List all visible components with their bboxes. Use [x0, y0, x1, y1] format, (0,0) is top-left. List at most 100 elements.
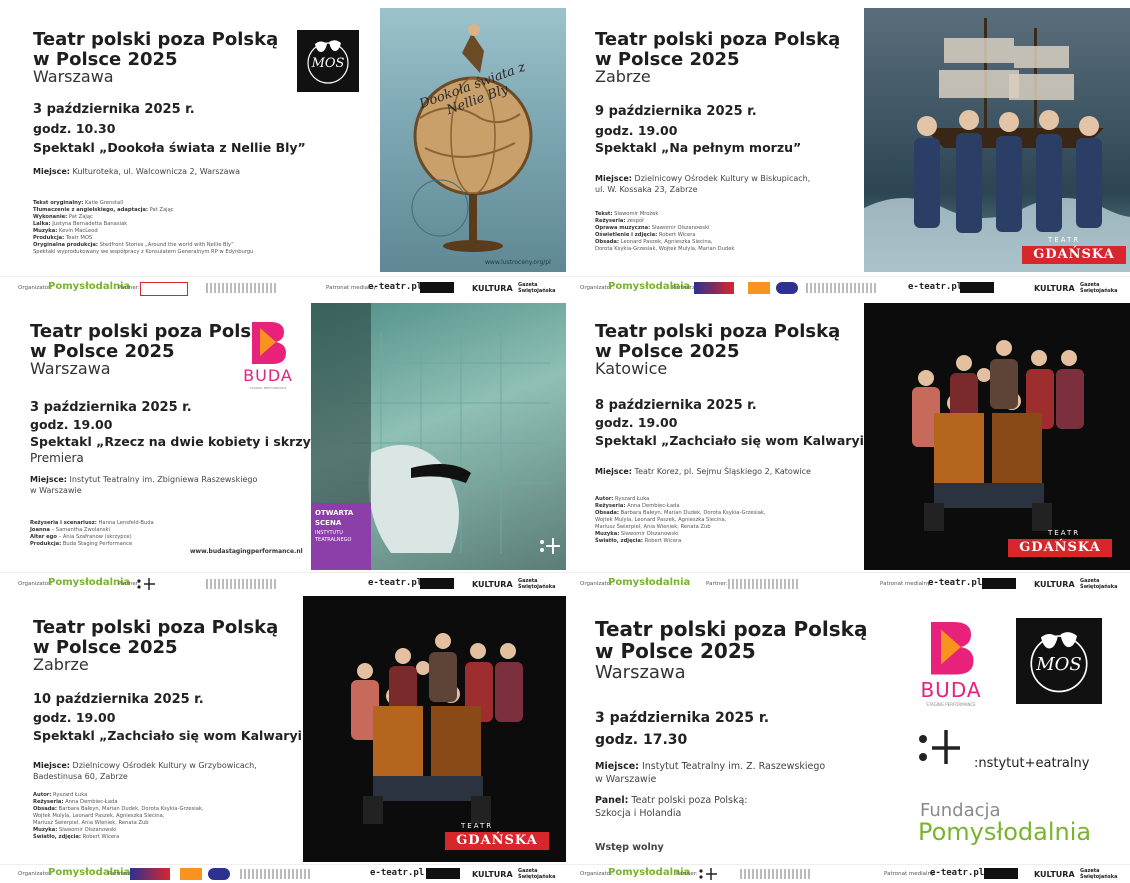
media-label: Patronat medialny: — [884, 871, 936, 877]
teatr-label: TEATR — [461, 822, 494, 830]
date: 9 października 2025 r. — [595, 104, 757, 119]
time: godz. 19.00 — [30, 417, 113, 432]
credit-label: Lalka: — [33, 221, 51, 227]
credit-text: Kevin MacLeod — [57, 228, 98, 234]
teatralny-logo — [420, 282, 454, 293]
city: Katowice — [595, 359, 668, 378]
credit-line: Dorota Ksykia-Grzesiak, Wojtek Mulyla, M… — [595, 246, 734, 253]
credit-label: Oświetlenie i zdjęcia: — [595, 232, 658, 238]
credit-line: Obsada: Barbara Bałeyn, Marian Dudek, Do… — [595, 510, 766, 517]
pomyslodalnia-text: Pomysłodalnia — [918, 818, 1092, 846]
instytut-mark-icon — [540, 538, 560, 554]
buda-url[interactable]: www.budastagingperformance.nl — [190, 548, 303, 555]
credit-label: Reżyseria: — [595, 218, 626, 224]
cast-photo-illustration-icon — [912, 340, 1084, 531]
credit-text: Hanna Lensfeld-Buda — [96, 520, 154, 526]
credit-line: Wykonanie: Pat Zając — [33, 214, 253, 221]
credit-text: Pat Zając — [67, 214, 93, 220]
credit-label: Alter ego — [30, 534, 57, 540]
series-line-2: w Polsce 2025 — [595, 639, 756, 663]
venue: Miejsce: Teatr Korez, pl. Sejmu Śląskieg… — [595, 466, 811, 477]
instytut-mark-icon — [137, 578, 155, 590]
buda-mark-icon — [252, 322, 286, 364]
otwarta-line-2: SCENA — [315, 519, 342, 527]
venue-line-2: ul. W. Kossaka 23, Zabrze — [595, 185, 698, 194]
gazeta-logo: Gazeta Świętojańska — [1080, 578, 1118, 590]
venue-line-2: w Warszawie — [30, 486, 82, 495]
partner-logo-2 — [748, 282, 770, 294]
free-entry: Wstęp wolny — [595, 842, 664, 853]
photo-cast-group: TEATR GDAŃSKA — [864, 303, 1130, 570]
venue: Miejsce: Kulturoteka, ul. Walcownicza 2,… — [33, 166, 240, 177]
credit-line: Produkcja: Buda Staging Performance — [30, 541, 154, 548]
panel-zachcialo-katowice: Teatr polski poza Polską w Polsce 2025 K… — [566, 300, 1130, 570]
mos-logo: MOS — [1016, 618, 1102, 704]
series-title: Teatr polski poza Polską w Polsce 2025 — [595, 322, 840, 362]
credit-line: Muzyka: Sławomir Olszanowski — [595, 531, 766, 538]
show-title: Spektakl „Dookoła świata z Nellie Bly” — [33, 140, 306, 155]
series-title: Teatr polski poza Polską w Polsce 2025 — [33, 618, 278, 658]
gdanska-logo: GDAŃSKA — [1022, 246, 1126, 264]
gdanska-logo: GDAŃSKA — [1008, 539, 1112, 557]
credit-label: Światło, zdjęcia: — [33, 834, 82, 840]
credit-text: Sławomir Olszanowski — [57, 827, 117, 833]
eteatr-logo: e-teatr.pl — [368, 282, 423, 292]
credit-line: Wojtek Mulyla, Leonard Paszek, Agnieszka… — [595, 517, 766, 524]
series-title: Teatr polski poza Polską w Polsce 2025 — [30, 322, 275, 362]
buda-logo: BUDA STAGING PERFORMANCE — [916, 618, 986, 708]
credit-label: Produkcja: — [30, 541, 62, 547]
credit-text: Sławomir Olszanowski — [650, 225, 710, 231]
credit-line: Lalka: Justyna Bernadetta Banasiak — [33, 221, 253, 228]
pomyslodalnia-text: Pomysłodalnia — [608, 577, 691, 588]
credit-text: Justyna Bernadetta Banasiak — [50, 221, 128, 227]
teatr-label: TEATR — [1048, 236, 1081, 244]
otwarta-scena-logo: OTWARTA SCENA INSTYTUTU TEATRALNEGO — [311, 503, 371, 570]
credit-text: Mariusz Świerpiel, Ania Wieniek, Renata … — [595, 524, 711, 530]
panel-line-1: Teatr polski poza Polską: — [628, 795, 748, 806]
series-line-1: Teatr polski poza Polską — [595, 617, 868, 641]
poster-globe: Dookoła świata z Nellie Bly www.lustroce… — [380, 8, 566, 272]
credit-label: Reżyseria i scenariusz: — [30, 520, 97, 526]
venue-text: Teatr Korez, pl. Sejmu Śląskiego 2, Kato… — [632, 467, 811, 476]
credit-label: Tekst: — [595, 211, 613, 217]
gazeta-logo: Gazeta Świętojańska — [518, 578, 556, 590]
credit-label: Muzyka: — [33, 228, 58, 234]
credit-line: Autor: Ryszard Łuka — [33, 792, 204, 799]
kultura-logo: KULTURA — [1034, 580, 1075, 589]
ministry-logo — [206, 283, 276, 293]
credit-label: Wykonanie: — [33, 214, 68, 220]
city: Zabrze — [33, 655, 89, 674]
mos-logo-text: MOS — [1036, 654, 1082, 675]
eteatr-logo: e-teatr.pl — [908, 282, 963, 292]
city: Warszawa — [595, 662, 686, 683]
credit-text: – Ania Szafranow (skrzypce) — [56, 534, 132, 540]
credit-label: Obsada: — [595, 510, 619, 516]
credit-line: Obsada: Barbara Bałeyn, Marian Dudek, Do… — [33, 806, 204, 813]
cast-photo-illustration-icon — [351, 633, 523, 824]
credit-text: Teatr MOS — [64, 235, 93, 241]
credit-line: Światło, zdjęcia: Robert Wicera — [33, 834, 204, 841]
credit-line: Mariusz Świerpiel, Ania Wieniek, Renata … — [33, 820, 204, 827]
sponsor-strip: Organizator: Pomysłodalnia Partnerzy: e-… — [0, 864, 1130, 883]
venue: Miejsce: Instytut Teatralny im. Z. Rasze… — [595, 760, 825, 786]
credit-label: Produkcja: — [33, 235, 65, 241]
credit-label: Obsada: — [33, 806, 57, 812]
partner-logo-3 — [208, 868, 230, 880]
teatralny-logo — [982, 578, 1016, 589]
series-line-1: Teatr polski poza Polską — [33, 617, 279, 638]
venue-line-1: Instytut Teatralny im. Z. Raszewskiego — [638, 761, 826, 772]
ship-illustration-icon — [864, 18, 1130, 272]
series-line-1: Teatr polski poza Polską — [30, 321, 276, 342]
photo-woman-violin: OTWARTA SCENA INSTYTUTU TEATRALNEGO — [311, 303, 566, 570]
time: godz. 17.30 — [595, 732, 688, 748]
credit-line: Spektakl wyprodukowany we współpracy z K… — [33, 249, 253, 256]
poster-url[interactable]: www.lustroceny.org/pl — [485, 259, 551, 266]
buda-text: BUDA — [920, 678, 982, 702]
credit-line: Reżyseria i scenariusz: Hanna Lensfeld-B… — [30, 520, 154, 527]
gazeta-logo: Gazeta Świętojańska — [518, 868, 556, 880]
buda-subtext: STAGING PERFORMANCE — [926, 702, 976, 707]
date: 10 października 2025 r. — [33, 692, 204, 707]
credit-text: Pat Zając — [148, 207, 174, 213]
credit-label: Światło, zdjęcia: — [595, 538, 644, 544]
mos-logo-text: MOS — [311, 56, 345, 71]
